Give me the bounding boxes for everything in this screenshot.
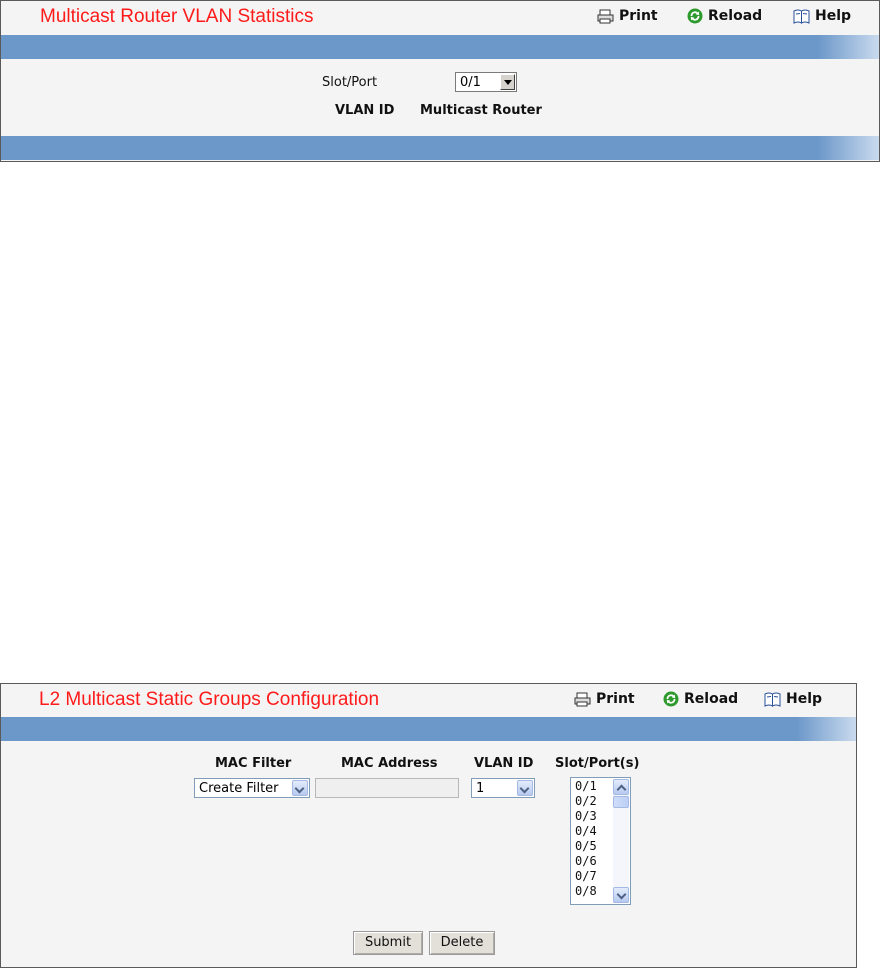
footer-bar [1, 136, 879, 160]
help-label: Help [786, 691, 823, 707]
print-button[interactable]: Print [597, 8, 658, 24]
slot-ports-listbox[interactable]: 0/1 0/2 0/3 0/4 0/5 0/6 0/7 0/8 [570, 777, 631, 905]
printer-icon [574, 692, 591, 707]
column-header-vlan-id: VLAN ID [335, 103, 395, 118]
slot-port-label: Slot/Port [322, 75, 378, 90]
scrollbar-thumb[interactable] [613, 796, 629, 808]
help-button[interactable]: Help [764, 691, 822, 707]
column-header-slot-ports: Slot/Port(s) [555, 756, 640, 771]
printer-icon [597, 9, 614, 24]
page-title: Multicast Router VLAN Statistics [40, 6, 314, 27]
delete-button[interactable]: Delete [429, 931, 495, 955]
reload-icon [687, 8, 703, 24]
print-label: Print [619, 8, 658, 24]
l2-multicast-static-groups-panel: L2 Multicast Static Groups Configuration… [0, 683, 857, 968]
mac-address-input[interactable] [315, 778, 459, 798]
column-header-mac-address: MAC Address [341, 756, 438, 771]
list-item[interactable]: 0/7 [575, 869, 597, 884]
header-bar [1, 717, 856, 741]
list-item[interactable]: 0/6 [575, 854, 597, 869]
list-item[interactable]: 0/5 [575, 839, 597, 854]
scroll-down-icon[interactable] [613, 887, 629, 903]
reload-button[interactable]: Reload [663, 691, 738, 707]
print-label: Print [596, 691, 635, 707]
list-item[interactable]: 0/4 [575, 824, 597, 839]
reload-button[interactable]: Reload [687, 8, 762, 24]
help-label: Help [815, 8, 852, 24]
submit-button[interactable]: Submit [353, 931, 423, 955]
list-item[interactable]: 0/2 [575, 794, 597, 809]
multicast-router-vlan-statistics-panel: Multicast Router VLAN Statistics Print R… [0, 0, 880, 162]
slot-port-value: 0/1 [460, 75, 481, 90]
column-header-multicast-router: Multicast Router [420, 103, 542, 118]
mac-filter-value: Create Filter [199, 781, 279, 796]
vlan-id-value: 1 [476, 781, 485, 796]
reload-label: Reload [708, 8, 763, 24]
column-header-mac-filter: MAC Filter [215, 756, 292, 771]
listbox-scrollbar[interactable] [613, 779, 629, 903]
list-item[interactable]: 0/1 [575, 779, 597, 794]
column-header-vlan-id: VLAN ID [474, 756, 534, 771]
list-item[interactable]: 0/8 [575, 884, 597, 899]
chevron-down-icon [292, 780, 308, 796]
slot-port-select[interactable]: 0/1 [455, 72, 517, 92]
list-item[interactable]: 0/3 [575, 809, 597, 824]
reload-label: Reload [684, 691, 739, 707]
help-button[interactable]: Help [793, 8, 851, 24]
chevron-down-icon [517, 780, 533, 796]
page-title: L2 Multicast Static Groups Configuration [39, 689, 380, 710]
help-book-icon [764, 692, 781, 707]
reload-icon [663, 691, 679, 707]
header-bar [1, 35, 879, 59]
vlan-id-select[interactable]: 1 [471, 778, 535, 798]
mac-filter-select[interactable]: Create Filter [194, 778, 310, 798]
chevron-down-icon [500, 74, 515, 90]
scroll-up-icon[interactable] [613, 779, 629, 795]
print-button[interactable]: Print [574, 691, 635, 707]
help-book-icon [793, 9, 810, 24]
